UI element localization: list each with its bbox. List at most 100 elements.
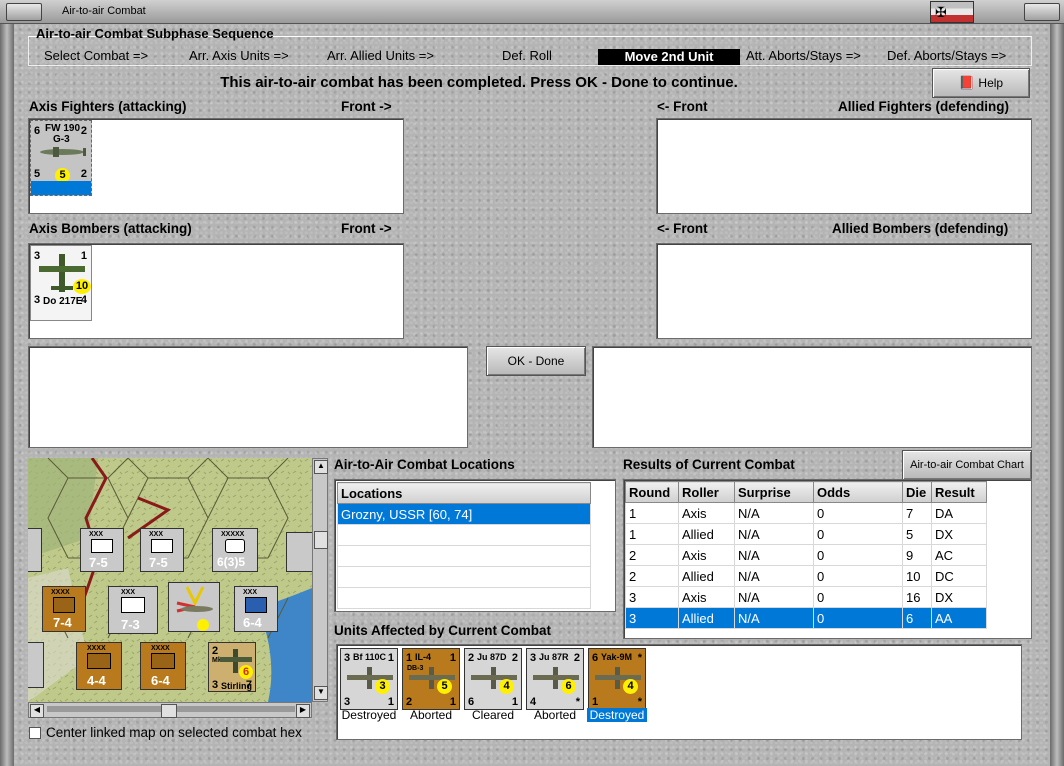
result-cell: 2 [625,565,679,587]
col-die[interactable]: Die [902,481,932,503]
result-row[interactable]: 1 Axis N/A 0 7 DA [625,502,987,524]
result-cell: DC [931,565,987,587]
map-vertical-scrollbar[interactable]: ▲ ▼ [312,458,328,702]
seq-def-roll: Def. Roll [502,48,552,63]
result-cell: 1 [625,523,679,545]
allied-fighters-panel[interactable] [656,118,1032,214]
map-fighter-stack[interactable] [168,582,220,632]
result-cell: 6 [902,607,932,629]
range-circle: 4 [623,679,638,694]
result-cell: 0 [813,544,903,566]
do217e-counter[interactable]: 3 1 10 3 Do 217E 4 [30,245,92,321]
system-menu-button[interactable] [6,3,42,21]
col-result[interactable]: Result [931,481,987,503]
result-cell: 10 [902,565,932,587]
map-horizontal-scrollbar[interactable]: ◀ ▶ [28,702,312,718]
affected-unit-status: Aborted [409,708,453,722]
title-bar: Air-to-air Combat ✠ [0,0,1064,24]
result-cell: 16 [902,586,932,608]
linked-map[interactable]: XXX 7-5 XXX 7-5 XXXXX 6(3)5 XXXX 7-4 XXX… [28,458,312,702]
col-surprise[interactable]: Surprise [734,481,814,503]
result-row[interactable]: 1 Allied N/A 0 5 DX [625,523,987,545]
combat-arrows-icon [176,586,213,631]
ok-done-button[interactable]: OK - Done [486,346,586,376]
location-row[interactable]: Grozny, USSR [60, 74] [337,503,591,525]
result-cell: 3 [625,607,679,629]
result-cell: DX [931,523,987,545]
result-cell: 0 [813,565,903,587]
fw190-counter[interactable]: 6 FW 190 2 G-3 5 5 2 [30,120,92,196]
map-counter[interactable]: XXX 7-5 [140,528,184,572]
locations-column-header[interactable]: Locations [337,482,591,504]
range-circle: 6 [561,679,576,694]
window-title: Air-to-air Combat [62,5,146,17]
map-stirling-counter[interactable]: 2 Mk. I 6 3 Stirling 7 [208,642,256,692]
unit-name: Ju 87R [539,652,569,662]
location-row-empty[interactable] [337,524,591,546]
map-counter[interactable] [28,642,44,688]
result-cell: 7 [902,502,932,524]
map-counter[interactable]: XXXXX 6(3)5 [212,528,258,572]
result-cell: 5 [902,523,932,545]
seq-arr-allied: Arr. Allied Units => [327,48,434,63]
col-round[interactable]: Round [625,481,679,503]
affected-unit-status: Cleared [471,708,515,722]
allied-info-panel [592,346,1032,448]
result-cell: Allied [678,523,735,545]
map-counter[interactable]: XXX 6-4 [234,586,278,632]
result-cell: Axis [678,586,735,608]
map-counter[interactable]: XXX 7-3 [108,586,158,634]
result-cell: 1 [625,502,679,524]
unit-name: IL-4 [415,652,432,662]
locations-list[interactable]: Locations Grozny, USSR [60, 74] [334,479,616,612]
range-circle: 4 [499,679,514,694]
axis-fighters-panel[interactable]: 6 FW 190 2 G-3 5 5 2 [28,118,404,214]
fighter-plane-icon [40,147,86,157]
result-cell: AC [931,544,987,566]
axis-fighters-front: Front -> [341,99,392,114]
map-counter[interactable]: XXX 7-5 [80,528,124,572]
map-counter[interactable] [28,528,42,572]
location-row-empty[interactable] [337,545,591,567]
affected-unit-counter[interactable]: 3 Bf 110C 1 3 3 1 [340,648,398,710]
affected-title: Units Affected by Current Combat [334,623,552,638]
map-counter[interactable]: XXXX 6-4 [140,642,186,690]
result-cell: 0 [813,502,903,524]
result-row[interactable]: 2 Axis N/A 0 9 AC [625,544,987,566]
close-button[interactable] [1024,3,1060,21]
result-row[interactable]: 3 Axis N/A 0 16 DX [625,586,987,608]
unit-name: FW 190 [45,123,81,134]
col-odds[interactable]: Odds [813,481,903,503]
results-table-panel[interactable]: Round Roller Surprise Odds Die Result 1A… [623,479,1032,639]
map-counter[interactable]: XXXX 7-4 [42,586,86,632]
affected-units-panel[interactable]: 3 Bf 110C 1 3 3 1 Destroyed 1 IL-4 1 DB-3 5 2 1 Aborte… [336,644,1022,740]
help-button[interactable]: 📕 Help [932,68,1030,98]
seq-att-aborts: Att. Aborts/Stays => [746,48,861,63]
result-cell: 9 [902,544,932,566]
sequence-label: Air-to-air Combat Subphase Sequence [36,26,274,41]
affected-unit-counter[interactable]: 6 Yak-9M * 4 1 * [588,648,646,710]
result-row[interactable]: 2 Allied N/A 0 10 DC [625,565,987,587]
allied-bombers-panel[interactable] [656,243,1032,339]
affected-unit-status: Destroyed [341,708,397,722]
locations-title: Air-to-Air Combat Locations [334,457,515,472]
affected-unit-counter[interactable]: 3 Ju 87R 2 6 4 * [526,648,584,710]
affected-unit-counter[interactable]: 1 IL-4 1 DB-3 5 2 1 [402,648,460,710]
result-cell: N/A [734,523,814,545]
center-map-checkbox[interactable] [29,727,41,739]
location-row-empty[interactable] [337,566,591,588]
allied-fighters-front: <- Front [657,99,708,114]
col-roller[interactable]: Roller [678,481,735,503]
unit-name: Ju 87D [477,652,507,662]
result-cell: Axis [678,544,735,566]
affected-unit-counter[interactable]: 2 Ju 87D 2 4 6 1 [464,648,522,710]
result-row[interactable]: 3 Allied N/A 0 6 AA [625,607,987,629]
map-counter[interactable] [286,532,312,572]
combat-chart-button[interactable]: Air-to-air Combat Chart [902,450,1032,480]
result-cell: 0 [813,607,903,629]
result-cell: N/A [734,607,814,629]
scroll-up-icon: ▲ [314,460,328,474]
axis-bombers-panel[interactable]: 3 1 10 3 Do 217E 4 [28,243,404,339]
location-row-empty[interactable] [337,587,591,609]
map-counter[interactable]: XXXX 4-4 [76,642,122,690]
